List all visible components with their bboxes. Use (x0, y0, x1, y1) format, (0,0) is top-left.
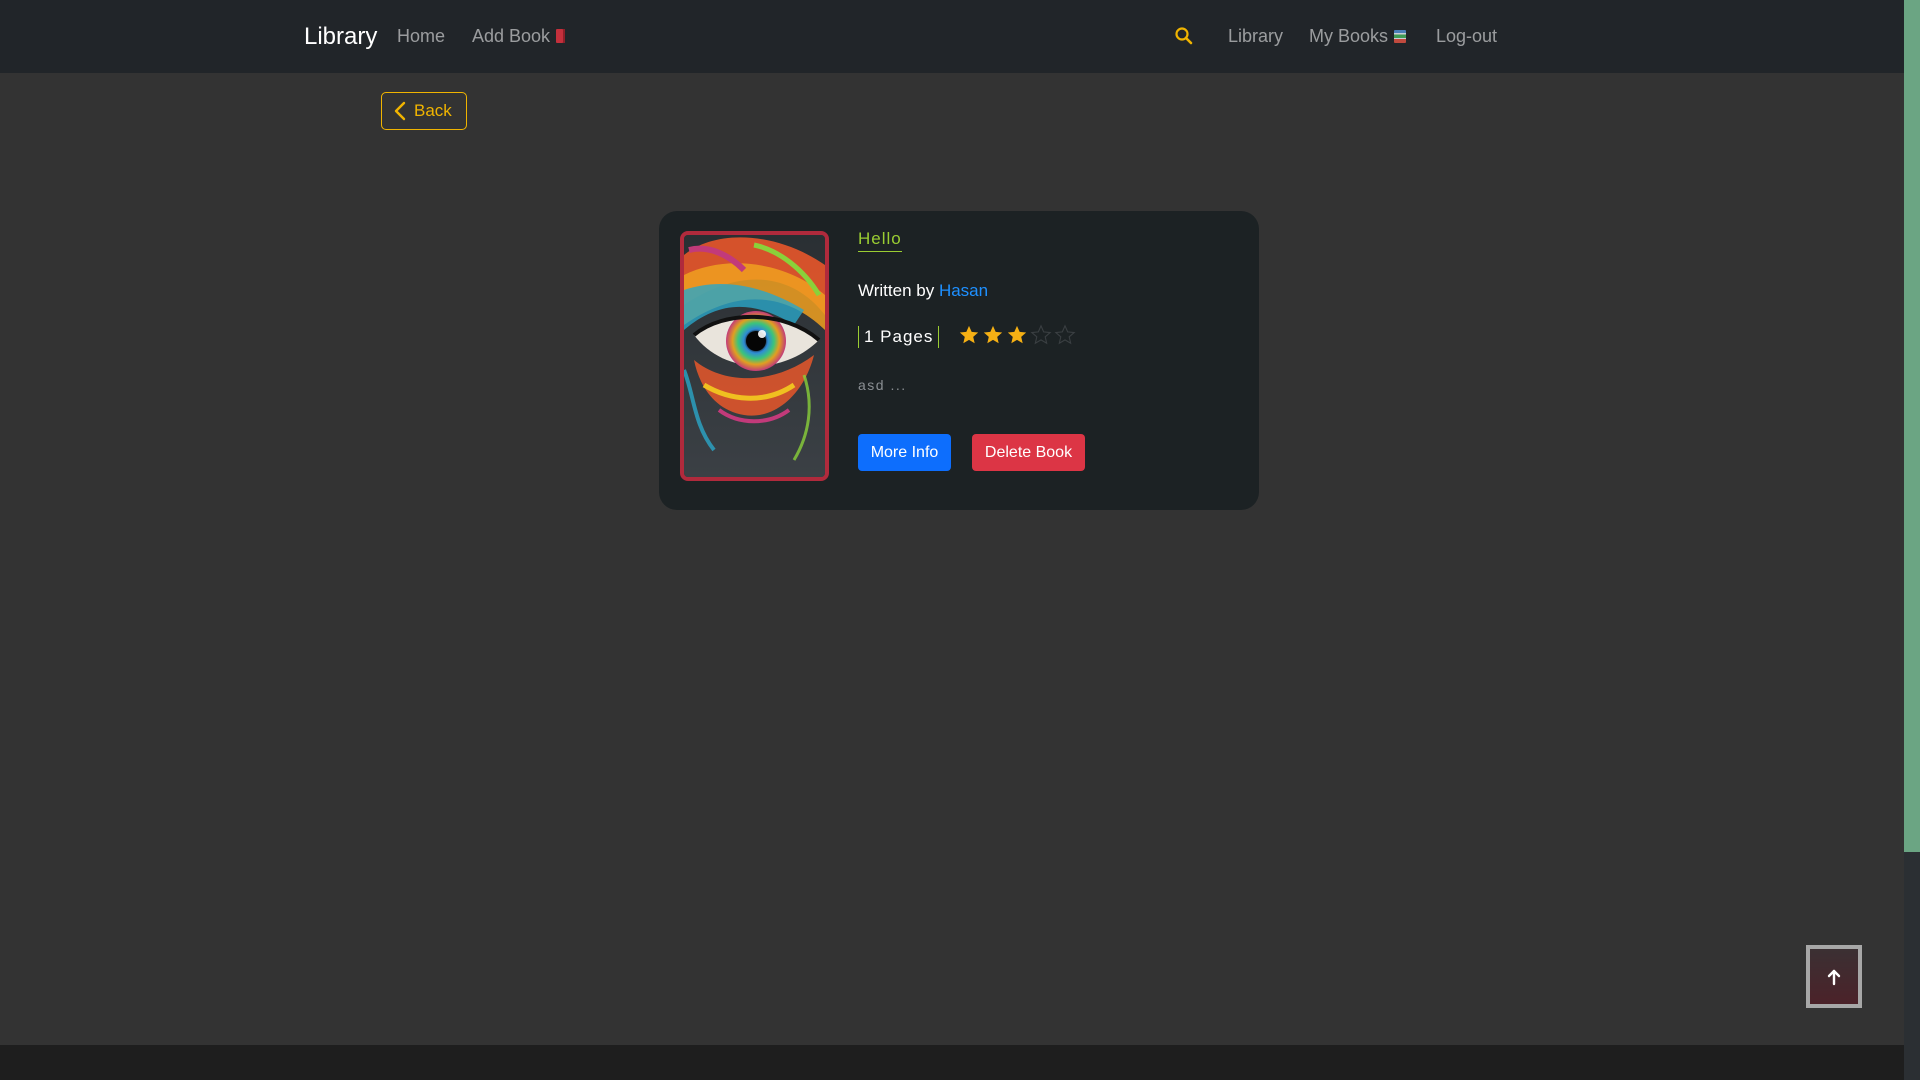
books-stack-icon (1394, 30, 1407, 43)
book-cover-image[interactable] (680, 231, 829, 481)
more-info-button[interactable]: More Info (858, 434, 951, 471)
nav-link-library[interactable]: Library (1228, 26, 1283, 47)
nav-link-library-label: Library (1228, 26, 1284, 46)
more-info-button-label: More Info (870, 443, 939, 461)
author-name: Hasan (938, 281, 989, 300)
footer-bar (0, 1045, 1904, 1080)
eye-artwork (684, 235, 825, 477)
navbar: Library Home Add Book Library My Books L… (0, 0, 1904, 73)
back-button-label: Back (414, 101, 452, 120)
arrow-up-icon (1827, 969, 1841, 985)
book-title: Hello (858, 229, 902, 252)
nav-link-home-label: Home (397, 26, 446, 46)
nav-link-logout-label: Log-out (1436, 26, 1498, 46)
star-empty-icon[interactable] (1054, 324, 1076, 346)
star-filled-icon[interactable] (1006, 324, 1028, 346)
back-button[interactable]: Back (381, 92, 467, 130)
nav-link-my-books-label: My Books (1309, 26, 1389, 46)
author-line: Written by Hasan (858, 281, 988, 301)
written-by-label: Written by (858, 281, 935, 300)
delete-book-button-label: Delete Book (984, 443, 1073, 461)
star-filled-icon[interactable] (982, 324, 1004, 346)
star-rating (958, 324, 1076, 346)
star-filled-icon[interactable] (958, 324, 980, 346)
red-book-icon (556, 29, 566, 43)
scrollbar-thumb[interactable] (1904, 0, 1920, 852)
search-icon[interactable] (1174, 26, 1194, 46)
book-card: Hello Written by Hasan 1 Pages asd ... M… (659, 211, 1259, 510)
nav-link-add-book[interactable]: Add Book (472, 26, 566, 47)
navbar-brand[interactable]: Library (304, 23, 377, 51)
star-empty-icon[interactable] (1030, 324, 1052, 346)
chevron-left-icon (394, 101, 406, 121)
delete-book-button[interactable]: Delete Book (972, 434, 1085, 471)
nav-link-my-books[interactable]: My Books (1309, 26, 1407, 47)
nav-link-home[interactable]: Home (397, 26, 445, 47)
page-count: 1 Pages (858, 326, 940, 348)
nav-link-add-book-label: Add Book (472, 26, 551, 46)
scroll-to-top-button[interactable] (1806, 945, 1862, 1008)
book-description: asd ... (858, 377, 907, 393)
nav-link-logout[interactable]: Log-out (1436, 26, 1497, 47)
